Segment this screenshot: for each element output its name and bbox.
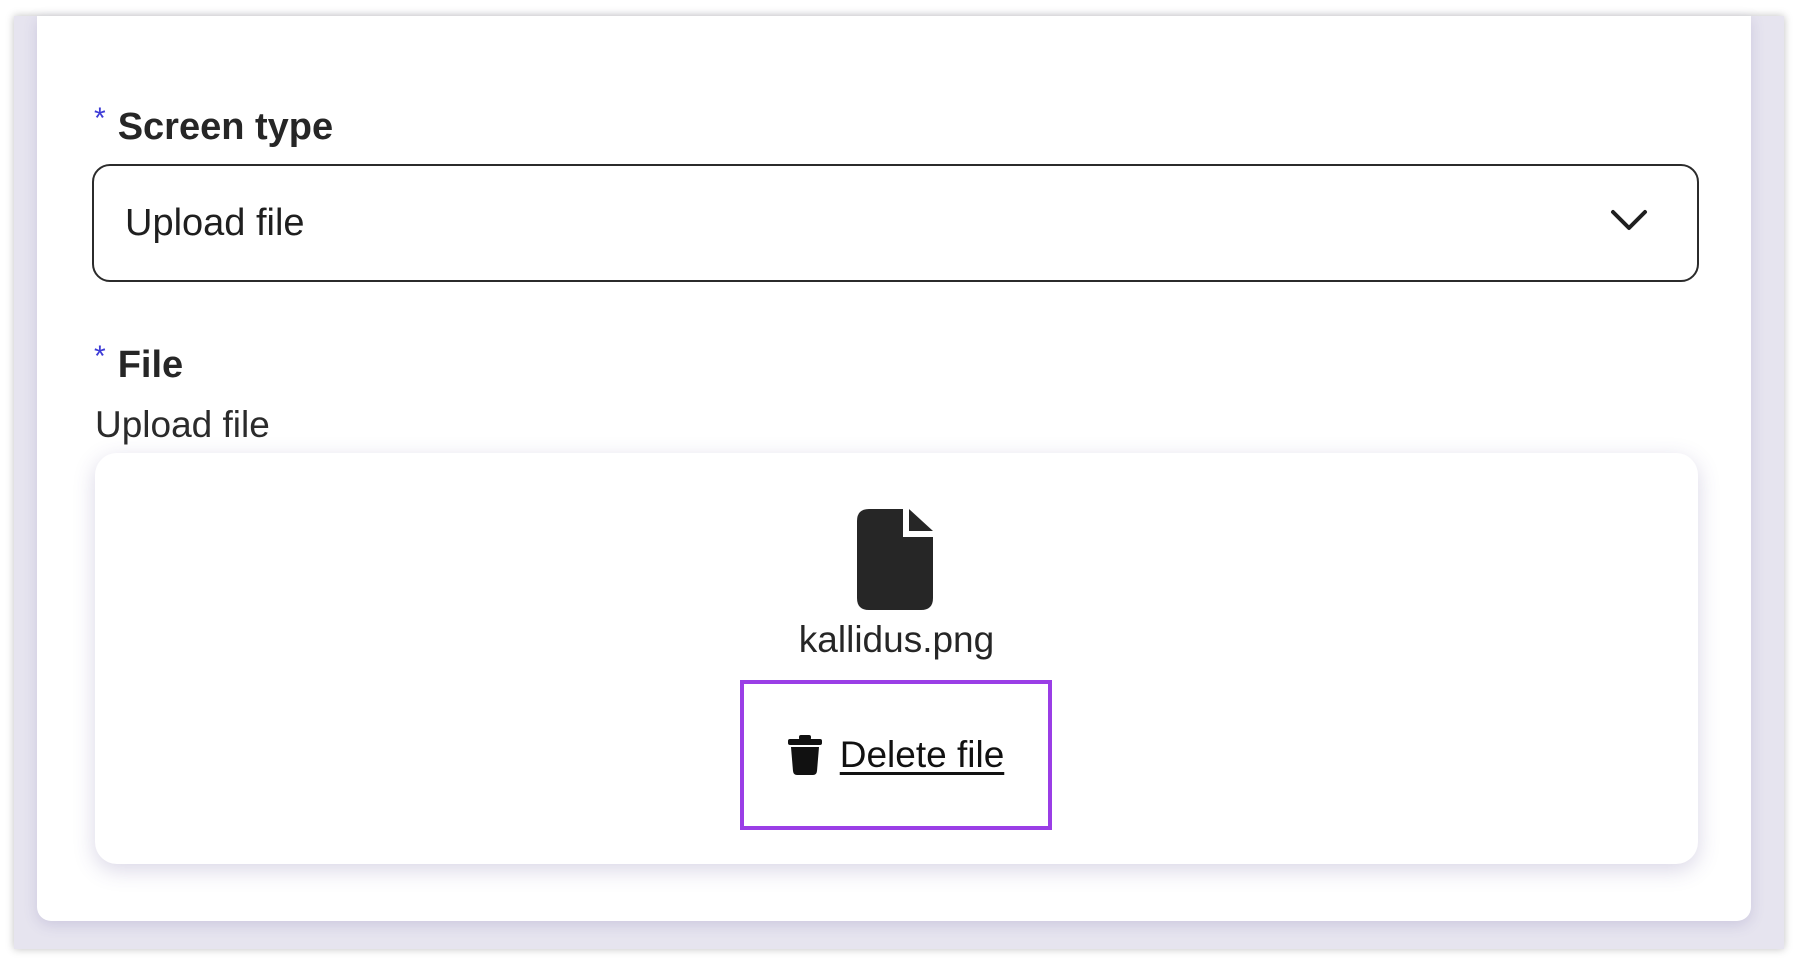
file-label-text: File bbox=[117, 344, 184, 386]
required-indicator: * bbox=[94, 340, 106, 373]
chevron-down-icon bbox=[1611, 210, 1647, 230]
file-label: * File bbox=[94, 340, 184, 387]
uploaded-file-name: kallidus.png bbox=[798, 619, 995, 660]
delete-file-button[interactable]: Delete file bbox=[740, 680, 1052, 830]
required-indicator: * bbox=[94, 102, 106, 135]
trash-icon bbox=[787, 735, 822, 775]
screen-type-label-text: Screen type bbox=[117, 106, 334, 148]
screen-type-label: * Screen type bbox=[94, 102, 334, 149]
screen-type-select[interactable]: Upload file bbox=[92, 164, 1699, 282]
file-upload-panel: kallidus.png Delete file bbox=[95, 453, 1698, 864]
file-helper-text: Upload file bbox=[95, 404, 270, 445]
delete-file-label: Delete file bbox=[839, 734, 1005, 775]
file-icon bbox=[857, 509, 933, 610]
screen-type-selected-value: Upload file bbox=[125, 201, 305, 244]
